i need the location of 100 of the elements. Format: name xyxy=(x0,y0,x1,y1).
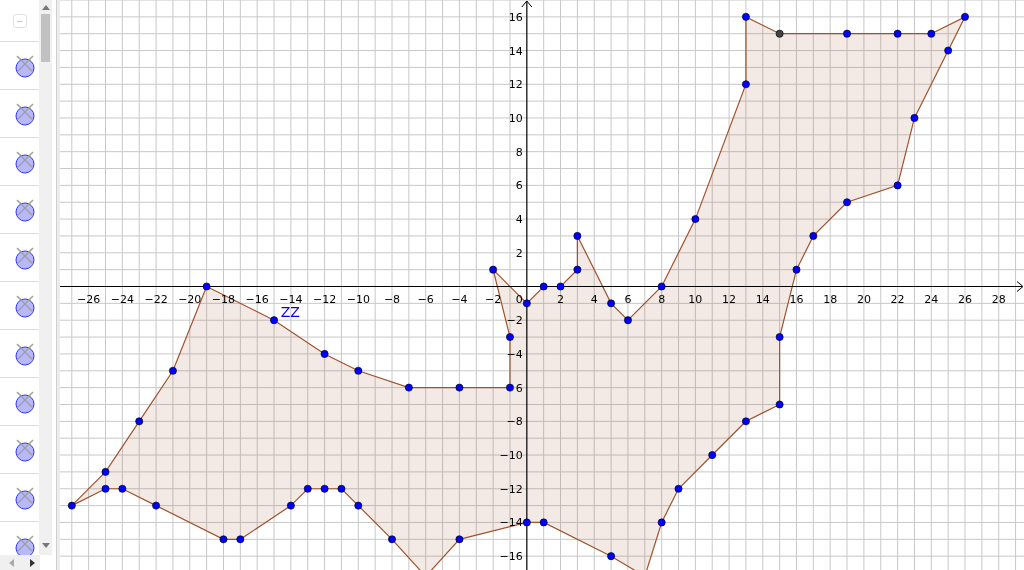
tick-label: −12 xyxy=(499,482,523,496)
tick-label: −22 xyxy=(144,292,168,306)
point-icon[interactable] xyxy=(14,292,37,319)
point-icon[interactable] xyxy=(14,100,37,127)
point-marker[interactable] xyxy=(775,333,784,341)
point-marker[interactable] xyxy=(573,232,582,240)
tick-label: −24 xyxy=(110,292,134,306)
scrollbar[interactable] xyxy=(39,0,53,555)
point-marker[interactable] xyxy=(135,417,144,426)
point-marker[interactable] xyxy=(573,265,582,274)
tick-label: 24 xyxy=(924,292,939,306)
point-marker[interactable] xyxy=(320,484,329,493)
point-icon[interactable] xyxy=(14,244,37,271)
tick-label: −10 xyxy=(346,292,370,306)
point-marker[interactable] xyxy=(775,400,784,409)
point-marker[interactable] xyxy=(742,417,750,426)
point-icon[interactable] xyxy=(14,148,37,175)
point-marker[interactable] xyxy=(67,501,76,510)
point-marker[interactable] xyxy=(539,518,548,527)
point-marker[interactable] xyxy=(219,535,228,544)
point-marker[interactable] xyxy=(843,198,851,207)
tick-label: −26 xyxy=(77,292,101,306)
tick-label: −20 xyxy=(178,292,202,306)
tick-label: −12 xyxy=(313,292,337,306)
point-marker[interactable] xyxy=(657,282,666,291)
point-marker[interactable] xyxy=(775,29,784,38)
point-marker[interactable] xyxy=(303,484,312,493)
point-marker[interactable] xyxy=(101,468,110,476)
tick-label: 10 xyxy=(508,111,523,125)
point-marker[interactable] xyxy=(742,80,750,89)
point-marker[interactable] xyxy=(455,383,464,392)
point-marker[interactable] xyxy=(202,282,211,291)
tick-label: 26 xyxy=(958,292,972,306)
point-marker[interactable] xyxy=(843,29,851,38)
point-marker[interactable] xyxy=(236,535,245,544)
tick-label: 8 xyxy=(515,145,523,159)
scroll-down-icon[interactable] xyxy=(42,543,51,549)
point-marker[interactable] xyxy=(961,12,969,21)
tick-label: 16 xyxy=(789,292,804,306)
point-marker[interactable] xyxy=(506,333,514,341)
tick-label: 6 xyxy=(624,292,632,306)
point-marker[interactable] xyxy=(320,350,329,358)
scroll-right-icon[interactable] xyxy=(30,559,36,567)
point-marker[interactable] xyxy=(455,535,464,544)
point-marker[interactable] xyxy=(910,114,919,122)
point-icon[interactable] xyxy=(14,196,37,223)
horizontal-scrollbar[interactable] xyxy=(0,555,40,570)
point-marker[interactable] xyxy=(354,501,363,510)
point-marker[interactable] xyxy=(522,299,531,308)
tick-label: −14 xyxy=(499,516,523,530)
point-marker[interactable] xyxy=(270,316,278,325)
point-icon[interactable] xyxy=(14,484,37,511)
scroll-up-icon[interactable] xyxy=(42,4,51,10)
point-marker[interactable] xyxy=(624,316,632,325)
tick-label: −4 xyxy=(506,347,523,361)
tick-label: −16 xyxy=(499,550,523,564)
tick-label: 8 xyxy=(658,292,666,306)
tick-label: −18 xyxy=(211,292,236,306)
point-marker[interactable] xyxy=(506,383,514,392)
tick-label: 20 xyxy=(856,292,871,306)
point-marker[interactable] xyxy=(691,215,700,223)
point-marker[interactable] xyxy=(388,535,396,544)
point-marker[interactable] xyxy=(152,501,160,510)
point-marker[interactable] xyxy=(893,181,902,190)
graphics-view[interactable]: −26 −24 −22 −20 −18 −16 −14 −12 −10 −8 −6 −4 −2 2 4 6 8 10 12 14 16 18 20 22 24 26 28 −16 −14 −12 −10 −8 6 −4 −2 2 4 6 8 10 12 14 16 0 ZZ xyxy=(57,0,1024,570)
point-marker[interactable] xyxy=(742,12,750,21)
point-marker[interactable] xyxy=(354,366,363,375)
point-marker[interactable] xyxy=(287,501,295,510)
point-icon[interactable] xyxy=(14,340,37,367)
point-marker[interactable] xyxy=(674,484,683,493)
point-marker[interactable] xyxy=(404,383,413,392)
tick-label: 6 xyxy=(515,179,523,193)
point-marker[interactable] xyxy=(607,552,615,561)
point-marker[interactable] xyxy=(337,484,346,493)
point-marker[interactable] xyxy=(539,282,548,291)
point-marker[interactable] xyxy=(489,265,498,274)
tick-label: 2 xyxy=(557,292,565,306)
tick-label: 4 xyxy=(590,292,598,306)
tick-label: 12 xyxy=(722,292,737,306)
point-marker[interactable] xyxy=(118,484,127,493)
point-marker[interactable] xyxy=(607,299,615,308)
scrollbar-thumb[interactable] xyxy=(41,14,51,62)
tick-label: 28 xyxy=(991,292,1006,306)
point-marker[interactable] xyxy=(927,29,936,38)
tick-label: 14 xyxy=(755,292,770,306)
point-marker[interactable] xyxy=(522,518,531,527)
point-marker[interactable] xyxy=(809,232,818,240)
tick-label: 6 xyxy=(515,381,523,395)
point-marker[interactable] xyxy=(893,29,902,38)
point-marker[interactable] xyxy=(792,265,801,274)
point-icon[interactable] xyxy=(14,52,37,79)
point-icon[interactable] xyxy=(14,388,37,415)
point-marker[interactable] xyxy=(944,46,953,55)
point-marker[interactable] xyxy=(101,484,110,493)
tick-label: 18 xyxy=(823,292,838,306)
point-marker[interactable] xyxy=(657,518,666,527)
point-marker[interactable] xyxy=(708,451,717,459)
point-marker[interactable] xyxy=(556,282,565,291)
point-icon[interactable] xyxy=(14,436,37,463)
point-marker[interactable] xyxy=(169,366,177,375)
